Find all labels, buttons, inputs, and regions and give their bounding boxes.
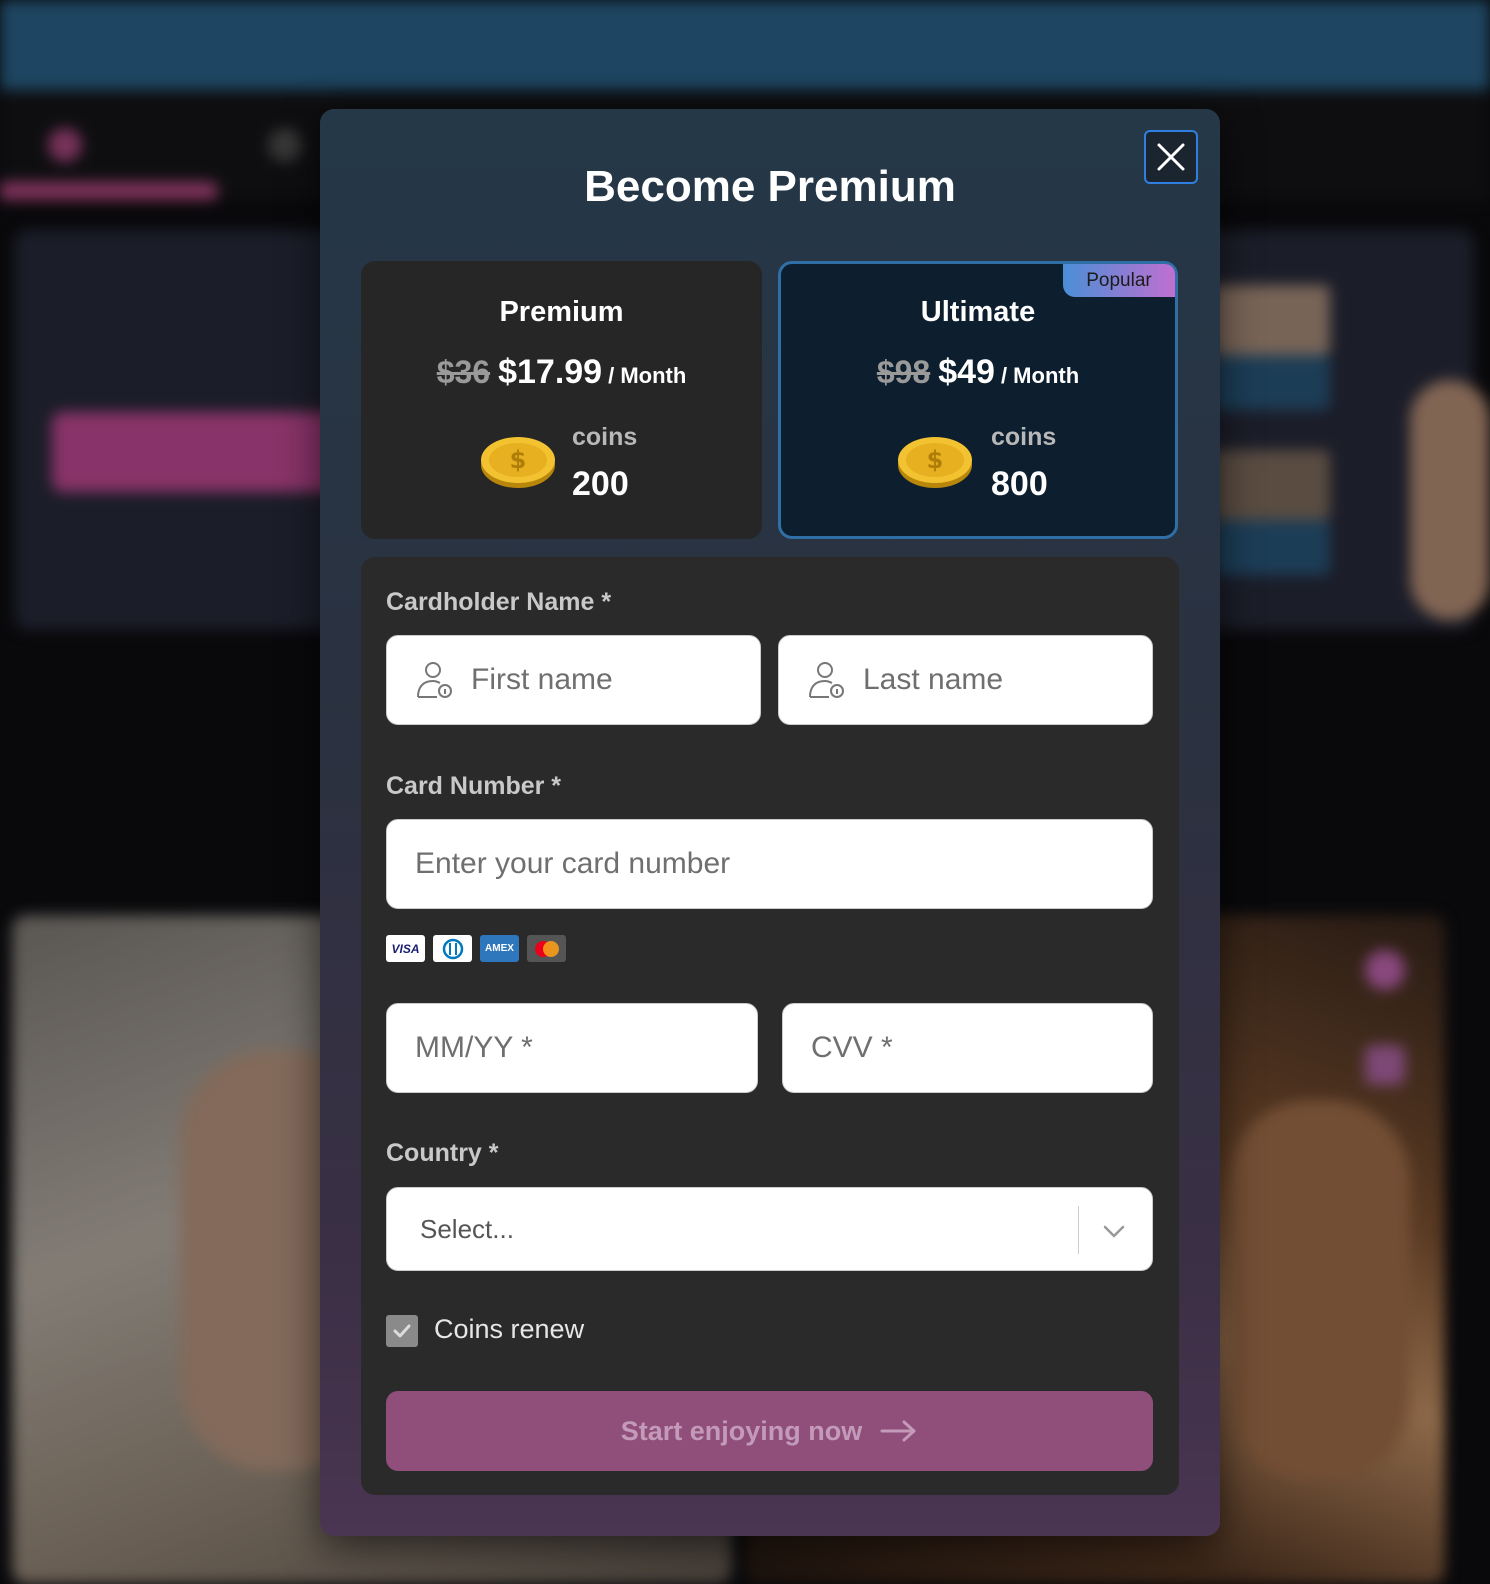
cvv-field[interactable] bbox=[782, 1003, 1153, 1093]
plan-new-price: $49 bbox=[938, 353, 995, 391]
plan-old-price: $36 bbox=[436, 354, 491, 390]
amex-icon: AMEX bbox=[480, 935, 519, 962]
visa-icon: VISA bbox=[386, 935, 425, 962]
plan-period: / Month bbox=[608, 363, 687, 388]
plan-period: / Month bbox=[1000, 363, 1080, 388]
arrow-right-icon bbox=[880, 1420, 916, 1442]
coins-amount: 200 bbox=[572, 465, 629, 503]
mastercard-icon bbox=[527, 935, 566, 962]
coins-amount: 800 bbox=[991, 465, 1048, 503]
expiry-input[interactable] bbox=[387, 1004, 757, 1092]
card-number-field[interactable] bbox=[386, 819, 1153, 909]
select-divider bbox=[1078, 1206, 1079, 1254]
accepted-cards: VISA AMEX bbox=[386, 935, 566, 962]
plan-name: Ultimate bbox=[920, 296, 1036, 328]
card-number-input[interactable] bbox=[387, 820, 1152, 908]
plan-new-price: $17.99 bbox=[498, 353, 603, 391]
plan-name: Premium bbox=[499, 296, 624, 328]
country-label: Country * bbox=[386, 1139, 499, 1167]
user-info-icon bbox=[417, 662, 452, 698]
coin-icon: $ bbox=[481, 437, 555, 488]
plan-card-premium[interactable]: Premium $36 $17.99/ Month $ coins 200 bbox=[361, 261, 762, 539]
coins-label: coins bbox=[572, 423, 638, 451]
coins-label: coins bbox=[991, 423, 1057, 451]
coin-icon: $ bbox=[898, 437, 972, 488]
svg-text:$: $ bbox=[510, 446, 527, 474]
chevron-down-icon bbox=[1103, 1225, 1125, 1238]
expiry-field[interactable] bbox=[386, 1003, 758, 1093]
country-select[interactable]: Select... bbox=[386, 1187, 1153, 1271]
submit-label: Start enjoying now bbox=[620, 1415, 863, 1446]
checkmark-icon bbox=[393, 1324, 411, 1338]
modal-title: Become Premium bbox=[584, 162, 956, 211]
first-name-field[interactable] bbox=[386, 635, 761, 725]
plan-old-price: $98 bbox=[876, 354, 931, 390]
cardholder-name-label: Cardholder Name * bbox=[386, 588, 612, 616]
svg-text:$: $ bbox=[927, 446, 944, 474]
cvv-input[interactable] bbox=[783, 1004, 1152, 1092]
last-name-input[interactable] bbox=[863, 636, 1152, 724]
coins-renew-label: Coins renew bbox=[434, 1314, 585, 1344]
start-enjoying-button[interactable]: Start enjoying now bbox=[386, 1391, 1153, 1471]
diners-club-icon bbox=[433, 935, 472, 962]
popular-badge: Popular bbox=[1063, 264, 1175, 297]
plan-price: $98 $49/ Month bbox=[781, 353, 1175, 392]
coins-renew-checkbox[interactable] bbox=[386, 1315, 418, 1347]
first-name-input[interactable] bbox=[471, 636, 760, 724]
plan-price: $36 $17.99/ Month bbox=[361, 353, 762, 392]
country-select-value: Select... bbox=[420, 1214, 514, 1244]
user-info-icon bbox=[809, 662, 844, 698]
last-name-field[interactable] bbox=[778, 635, 1153, 725]
card-number-label: Card Number * bbox=[386, 772, 562, 800]
plan-card-ultimate[interactable]: Popular Ultimate $98 $49/ Month $ coins 8… bbox=[778, 261, 1178, 539]
